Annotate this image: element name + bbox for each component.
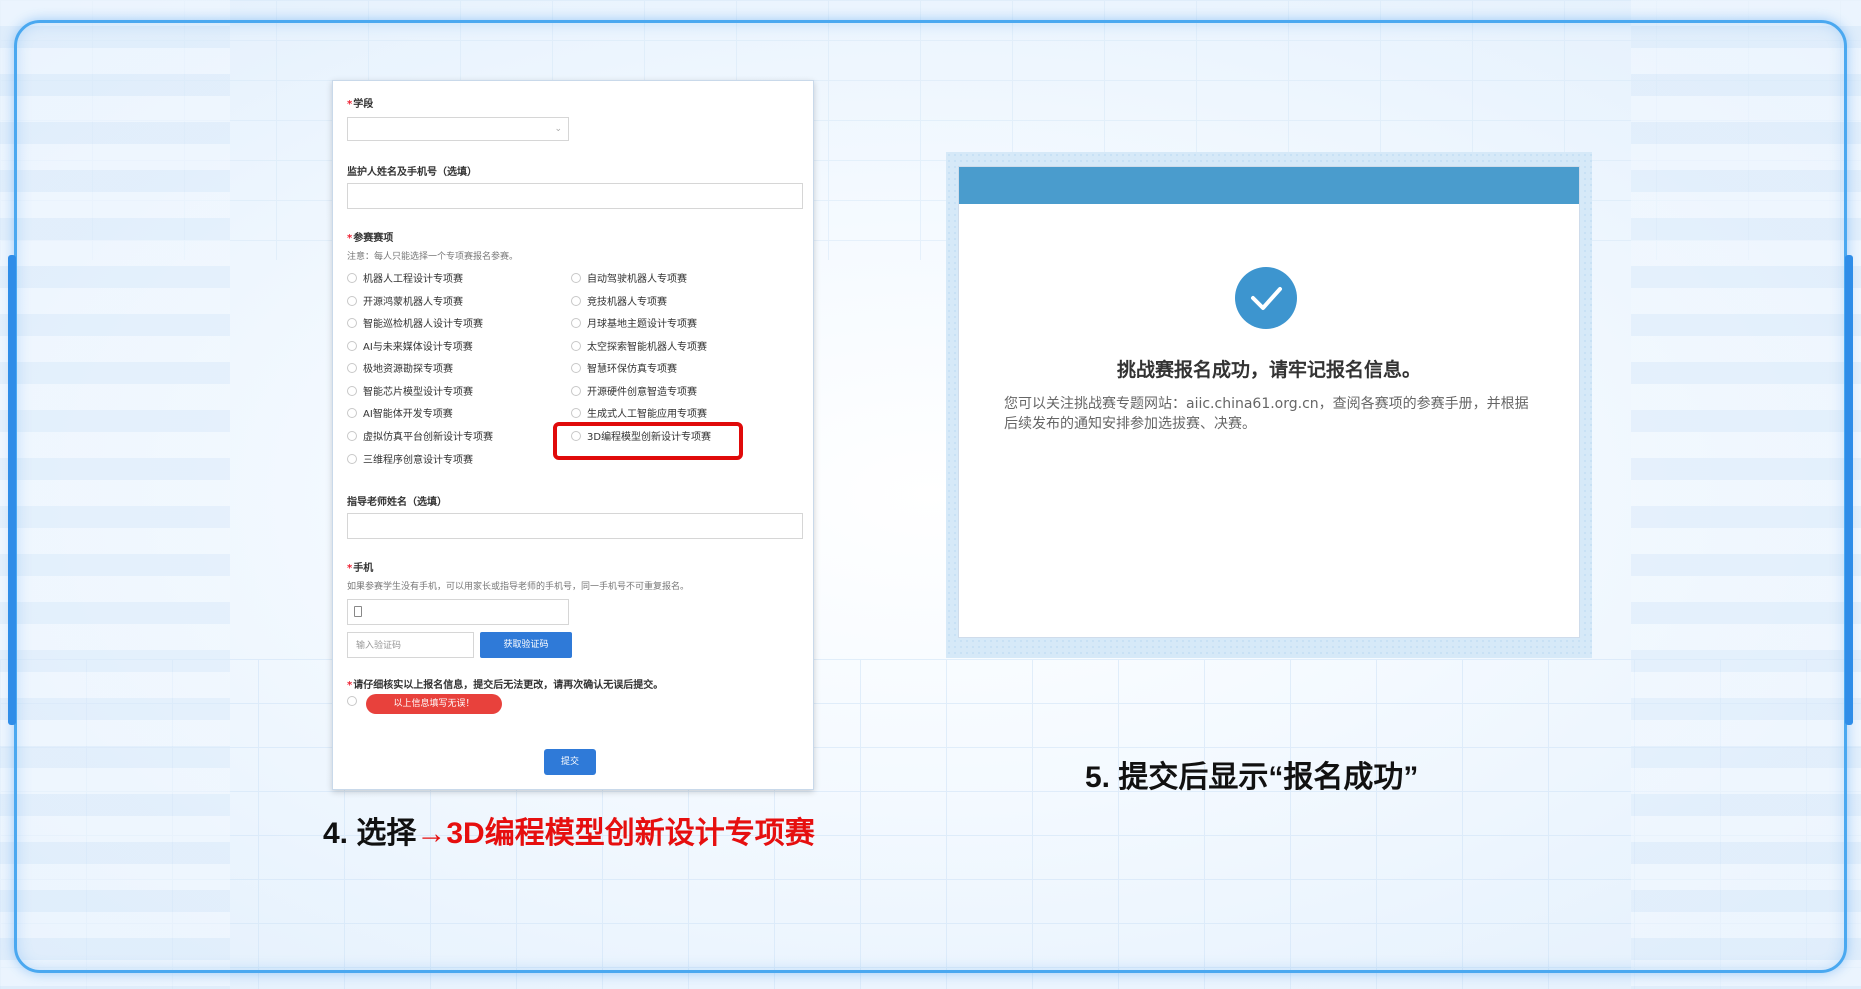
event-option-label: 极地资源勘探专项赛 (363, 364, 453, 375)
radio-button[interactable] (347, 340, 357, 351)
phone-label-text: 手机 (353, 563, 374, 574)
highlight-box (553, 422, 743, 460)
confirm-note-text: 请仔细核实以上报名信息，提交后无法更改，请再次确认无误后提交。 (353, 680, 664, 691)
verification-code-input[interactable]: 输入验证码 (347, 632, 474, 658)
event-option[interactable]: 太空探索智能机器人专项赛 (571, 338, 707, 353)
event-label-text: 参赛赛项 (353, 233, 394, 244)
event-option-label: 开源鸿蒙机器人专项赛 (363, 297, 463, 308)
required-mark: * (347, 99, 353, 110)
phone-icon (354, 606, 362, 617)
event-option-label: 自动驾驶机器人专项赛 (587, 274, 687, 285)
event-option-label: 月球基地主题设计专项赛 (587, 319, 697, 330)
event-option[interactable]: AI智能体开发专项赛 (347, 405, 453, 420)
event-option[interactable]: 自动驾驶机器人专项赛 (571, 270, 687, 285)
event-option[interactable]: 开源鸿蒙机器人专项赛 (347, 293, 463, 308)
checkmark-icon (1251, 287, 1282, 310)
radio-button[interactable] (347, 362, 357, 373)
event-option-label: 竞技机器人专项赛 (587, 297, 667, 308)
success-description: 您可以关注挑战赛专题网站：aiic.china61.org.cn，查阅各赛项的参… (1004, 396, 1529, 432)
event-option[interactable]: 智慧环保仿真专项赛 (571, 360, 677, 375)
event-option-label: 智慧环保仿真专项赛 (587, 364, 677, 375)
guardian-input[interactable] (347, 183, 803, 209)
chevron-down-icon: ⌄ (554, 124, 562, 134)
verification-code-placeholder: 输入验证码 (356, 641, 402, 651)
event-option-label: AI智能体开发专项赛 (363, 409, 453, 420)
teacher-input[interactable] (347, 513, 803, 539)
grade-label: *学段 (347, 95, 373, 110)
grade-select[interactable]: ⌄ (347, 117, 569, 141)
event-option[interactable]: 机器人工程设计专项赛 (347, 270, 463, 285)
radio-button[interactable] (347, 407, 357, 418)
radio-button[interactable] (347, 430, 357, 441)
frame-accent-left (8, 255, 16, 725)
event-label: *参赛赛项 (347, 229, 393, 244)
event-option-label: 智能芯片模型设计专项赛 (363, 387, 473, 398)
radio-button[interactable] (571, 362, 581, 373)
radio-button[interactable] (347, 272, 357, 283)
event-option-label: 机器人工程设计专项赛 (363, 274, 463, 285)
required-mark: * (347, 680, 353, 691)
radio-button[interactable] (347, 295, 357, 306)
success-title: 挑战赛报名成功，请牢记报名信息。 (1116, 359, 1421, 381)
radio-button[interactable] (571, 385, 581, 396)
required-mark: * (347, 563, 353, 574)
event-option[interactable]: 三维程序创意设计专项赛 (347, 451, 473, 466)
success-dialog: 挑战赛报名成功，请牢记报名信息。 您可以关注挑战赛专题网站：aiic.china… (958, 166, 1580, 638)
confirm-option-label[interactable]: 以上信息填写无误！ (366, 694, 502, 714)
radio-button[interactable] (571, 407, 581, 418)
event-option-label: AI与未来媒体设计专项赛 (363, 342, 473, 353)
event-option-label: 生成式人工智能应用专项赛 (587, 409, 707, 420)
event-option-label: 太空探索智能机器人专项赛 (587, 342, 707, 353)
event-option-label: 虚拟仿真平台创新设计专项赛 (363, 432, 493, 443)
phone-label: *手机 (347, 559, 373, 574)
event-option-label: 开源硬件创意智造专项赛 (587, 387, 697, 398)
event-option[interactable]: 极地资源勘探专项赛 (347, 360, 453, 375)
radio-button[interactable] (347, 385, 357, 396)
event-note: 注意：每人只能选择一个专项赛报名参赛。 (347, 252, 519, 262)
event-option-label: 智能巡检机器人设计专项赛 (363, 319, 483, 330)
radio-button[interactable] (571, 340, 581, 351)
step4-caption-highlight: →3D编程模型创新设计专项赛 (416, 817, 815, 850)
submit-button[interactable]: 提交 (544, 749, 596, 775)
phone-note: 如果参赛学生没有手机，可以用家长或指导老师的手机号，同一手机号不可重复报名。 (347, 582, 690, 592)
event-option[interactable]: 智能芯片模型设计专项赛 (347, 383, 473, 398)
guardian-label: 监护人姓名及手机号（选填） (347, 167, 477, 178)
radio-button[interactable] (571, 272, 581, 283)
event-option[interactable]: 虚拟仿真平台创新设计专项赛 (347, 428, 493, 443)
check-circle-icon (1235, 267, 1297, 329)
confirm-option[interactable] (347, 696, 363, 706)
get-code-button[interactable]: 获取验证码 (480, 632, 572, 658)
radio-button[interactable] (571, 295, 581, 306)
radio-button[interactable] (347, 453, 357, 464)
step4-caption: 4. 选择→3D编程模型创新设计专项赛 (323, 808, 815, 852)
radio-button[interactable] (571, 317, 581, 328)
radio-button[interactable] (347, 696, 357, 706)
step4-caption-prefix: 4. 选择 (323, 817, 417, 850)
confirm-note: *请仔细核实以上报名信息，提交后无法更改，请再次确认无误后提交。 (347, 676, 663, 691)
frame-accent-right (1845, 255, 1853, 725)
teacher-label: 指导老师姓名（选填） (347, 497, 447, 508)
event-option-label: 三维程序创意设计专项赛 (363, 455, 473, 466)
radio-button[interactable] (347, 317, 357, 328)
grade-label-text: 学段 (353, 99, 374, 110)
event-option[interactable]: 竞技机器人专项赛 (571, 293, 667, 308)
event-option[interactable]: AI与未来媒体设计专项赛 (347, 338, 473, 353)
event-option[interactable]: 生成式人工智能应用专项赛 (571, 405, 707, 420)
event-option[interactable]: 开源硬件创意智造专项赛 (571, 383, 697, 398)
required-mark: * (347, 233, 353, 244)
event-option[interactable]: 智能巡检机器人设计专项赛 (347, 315, 483, 330)
event-option[interactable]: 月球基地主题设计专项赛 (571, 315, 697, 330)
step5-caption: 5. 提交后显示“报名成功” (1085, 761, 1419, 794)
success-header-bar (959, 167, 1579, 204)
phone-input[interactable] (347, 599, 569, 625)
